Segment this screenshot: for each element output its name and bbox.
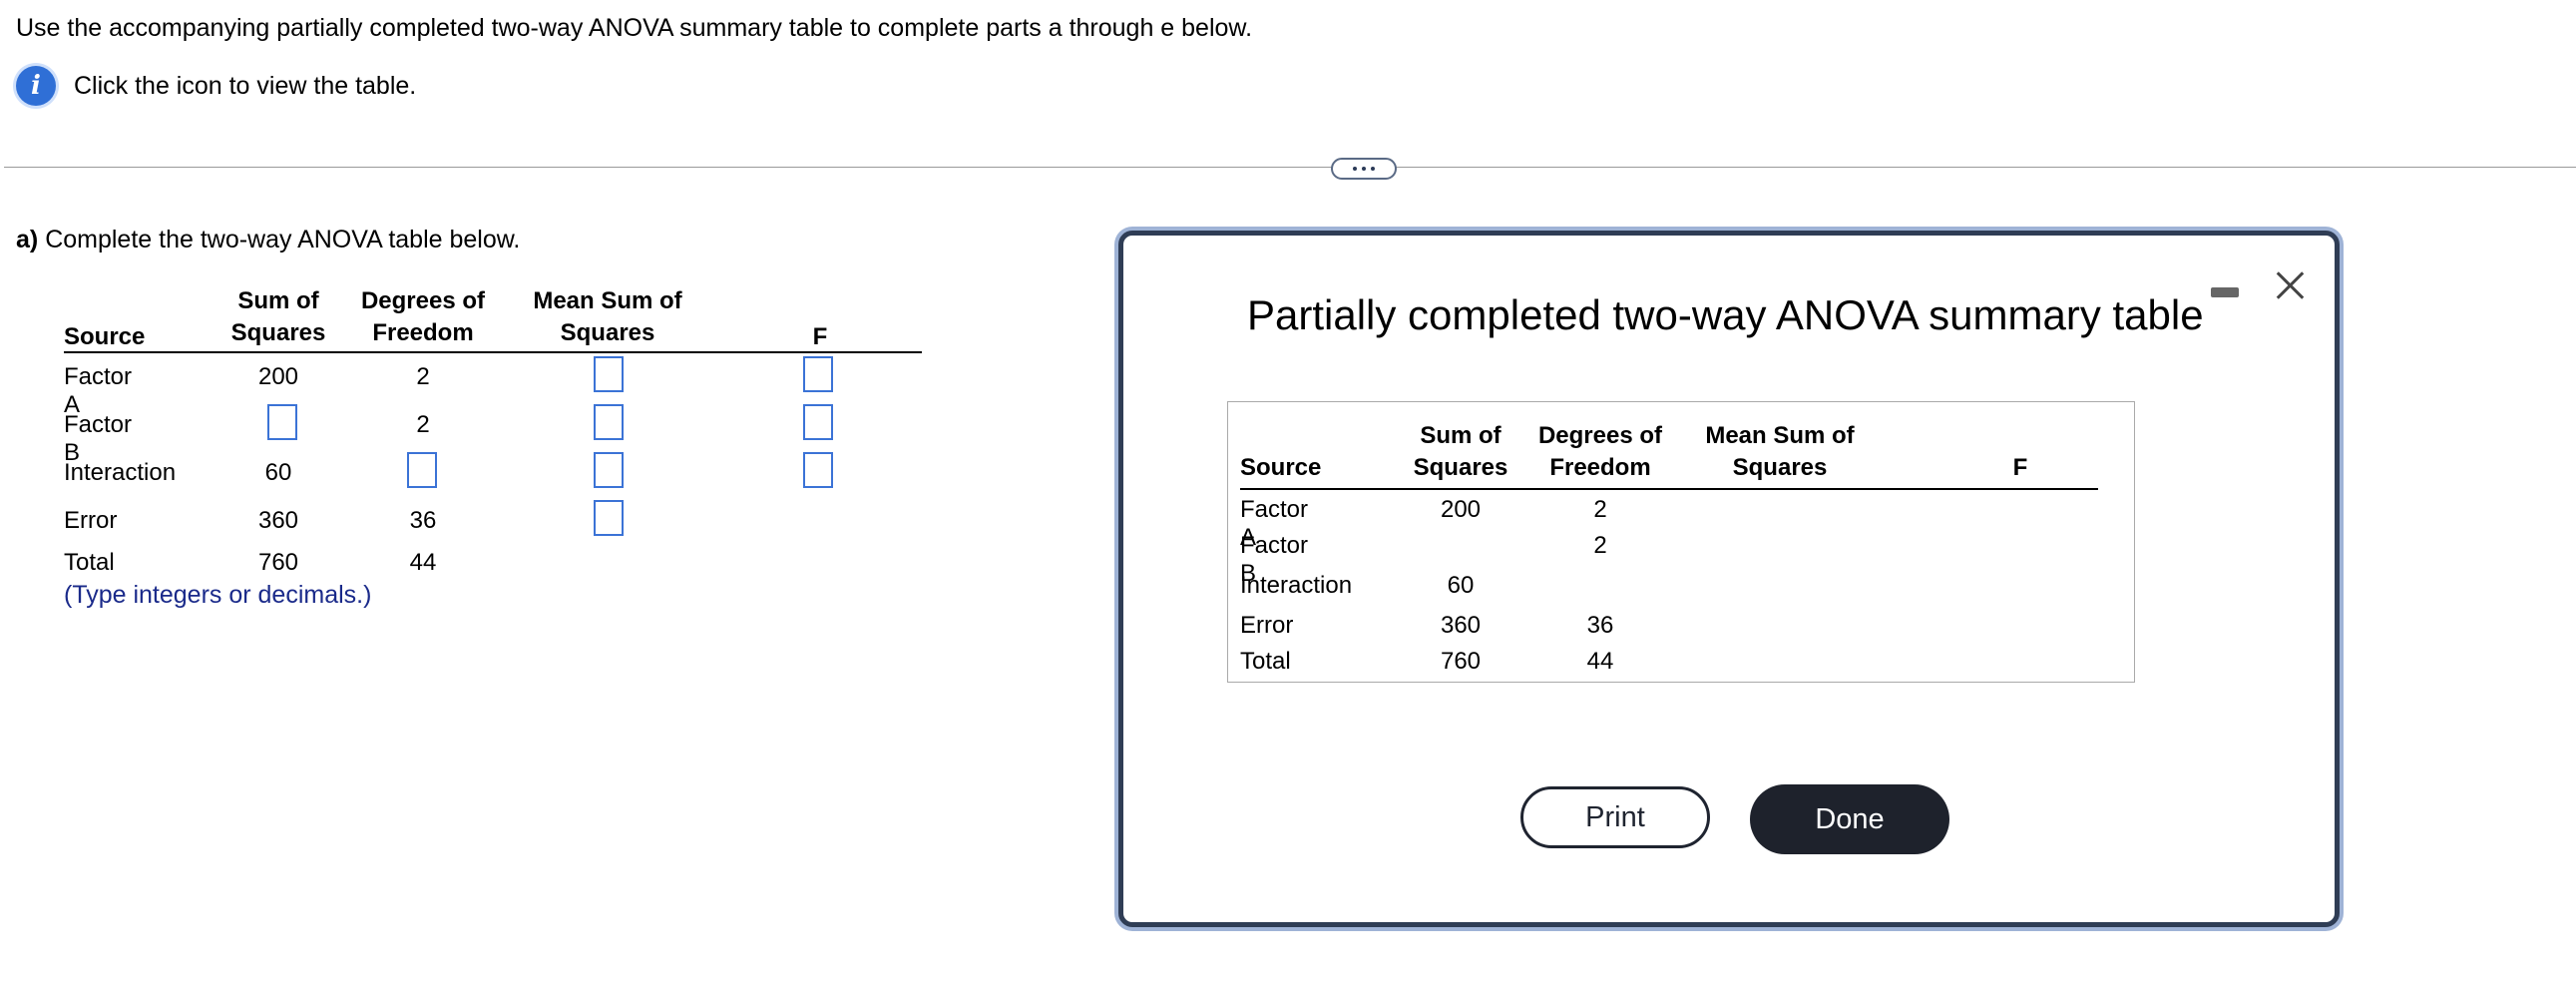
df-interaction-input[interactable]: [407, 452, 437, 488]
table-popup-dialog: Partially completed two-way ANOVA summar…: [1118, 231, 2340, 927]
row-ss: 200: [257, 363, 299, 390]
info-link-text: Click the icon to view the table.: [74, 71, 417, 100]
header-f: F: [812, 323, 828, 350]
row-df: 2: [1593, 496, 1607, 523]
done-button[interactable]: Done: [1750, 784, 1949, 854]
f-interaction-input[interactable]: [803, 452, 833, 488]
popup-title: Partially completed two-way ANOVA summar…: [1247, 291, 2204, 338]
row-df: 36: [409, 507, 437, 534]
row-ss: 760: [1440, 648, 1482, 675]
row-ss: 200: [1440, 496, 1482, 523]
row-source: Total: [1240, 648, 1291, 675]
row-source: Interaction: [64, 459, 177, 486]
header-source: Source: [1240, 454, 1322, 481]
header-ss-line1: Sum of: [1420, 422, 1502, 449]
header-sum-of-squares: Sum of Squares: [223, 285, 333, 353]
header-f: F: [2012, 454, 2028, 481]
row-ss: 60: [264, 459, 292, 486]
close-icon[interactable]: [2270, 265, 2310, 305]
instructions-text: Use the accompanying partially completed…: [16, 14, 1253, 42]
row-source: Interaction: [1240, 572, 1353, 599]
dot-icon: [1353, 167, 1357, 171]
section-divider: [4, 167, 2576, 168]
header-df-line2: Freedom: [1549, 454, 1651, 481]
part-a-label: a): [16, 226, 39, 253]
row-df: 44: [1586, 648, 1614, 675]
part-a-text: Complete the two-way ANOVA table below.: [45, 226, 521, 253]
header-mean-sum-of-squares: Mean Sum of Squares: [523, 285, 692, 353]
header-degrees-of-freedom: Degrees of Freedom: [1525, 420, 1675, 488]
f-factor-a-input[interactable]: [803, 356, 833, 392]
header-rule: [1240, 488, 2098, 490]
minimize-icon[interactable]: [2211, 287, 2239, 297]
header-mean-sum-of-squares: Mean Sum of Squares: [1695, 420, 1865, 488]
part-a-prompt: a) Complete the two-way ANOVA table belo…: [16, 226, 520, 254]
row-ss: 360: [257, 507, 299, 534]
row-df: 2: [416, 363, 430, 390]
row-df: 36: [1586, 612, 1614, 639]
header-ms-line2: Squares: [1732, 454, 1828, 481]
header-sum-of-squares: Sum of Squares: [1406, 420, 1515, 488]
row-source: Error: [1240, 612, 1294, 639]
header-df-line2: Freedom: [372, 319, 474, 346]
anova-summary-table: Source Sum of Squares Degrees of Freedom…: [1227, 401, 2135, 683]
answer-format-hint: (Type integers or decimals.): [64, 581, 372, 609]
info-icon[interactable]: i: [16, 66, 56, 106]
row-ss: 760: [257, 549, 299, 576]
ms-error-input[interactable]: [594, 500, 624, 536]
ss-factor-b-input[interactable]: [267, 404, 297, 440]
header-ss-line2: Squares: [230, 319, 326, 346]
header-degrees-of-freedom: Degrees of Freedom: [353, 285, 493, 353]
row-source: Error: [64, 507, 118, 534]
row-df: 44: [409, 549, 437, 576]
header-ss-line1: Sum of: [237, 287, 319, 314]
row-ss: 360: [1440, 612, 1482, 639]
row-df: 2: [416, 411, 430, 438]
info-row: i Click the icon to view the table.: [16, 66, 416, 106]
print-button[interactable]: Print: [1520, 786, 1710, 848]
header-df-line1: Degrees of: [1537, 422, 1663, 449]
header-ms-line1: Mean Sum of: [1705, 422, 1855, 449]
header-rule: [64, 351, 922, 353]
more-options-button[interactable]: [1331, 158, 1397, 180]
ms-factor-a-input[interactable]: [594, 356, 624, 392]
header-ss-line2: Squares: [1413, 454, 1508, 481]
row-source: Total: [64, 549, 115, 576]
dot-icon: [1362, 167, 1366, 171]
row-df: 2: [1593, 532, 1607, 559]
ms-factor-b-input[interactable]: [594, 404, 624, 440]
dot-icon: [1371, 167, 1375, 171]
header-ms-line2: Squares: [560, 319, 655, 346]
header-ms-line1: Mean Sum of: [533, 287, 682, 314]
f-factor-b-input[interactable]: [803, 404, 833, 440]
header-df-line1: Degrees of: [360, 287, 486, 314]
ms-interaction-input[interactable]: [594, 452, 624, 488]
header-source: Source: [64, 323, 146, 350]
row-ss: 60: [1447, 572, 1475, 599]
